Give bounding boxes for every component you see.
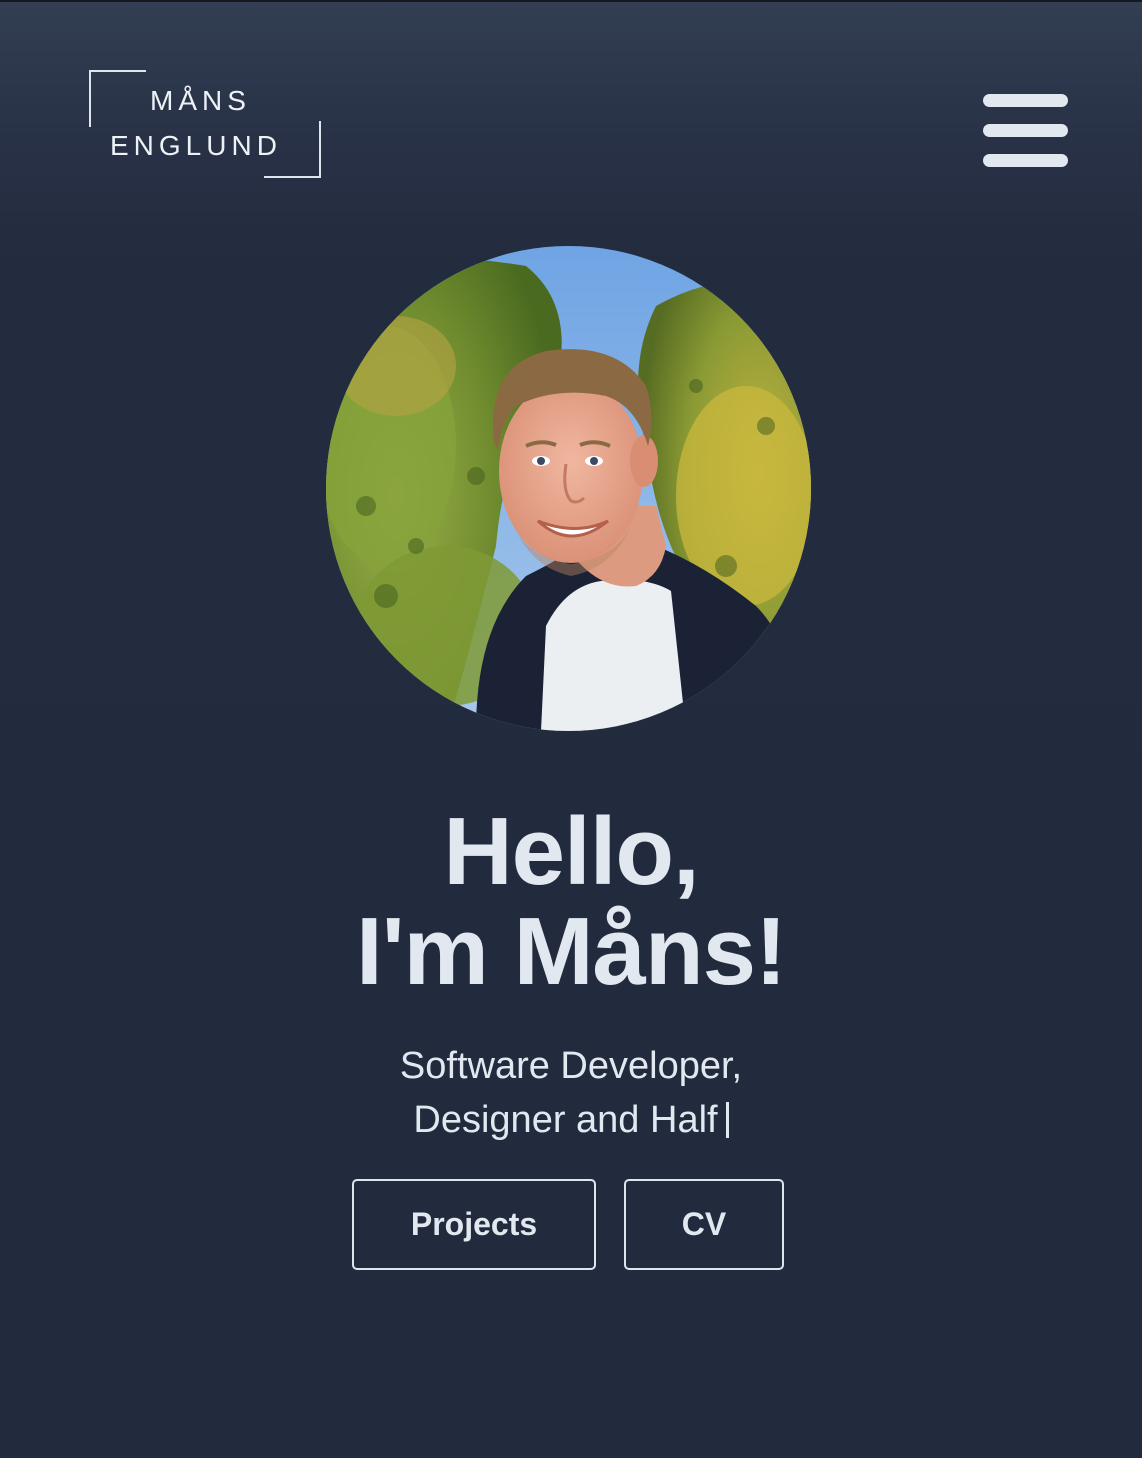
cv-button[interactable]: CV	[624, 1179, 784, 1270]
hamburger-menu-icon[interactable]	[983, 94, 1068, 167]
page: MÅNS ENGLUND Hello, I'm Måns! Software D…	[0, 0, 1142, 1458]
logo-first-name: MÅNS	[150, 85, 251, 116]
profile-photo	[326, 246, 811, 731]
logo-last-name: ENGLUND	[110, 130, 282, 161]
tagline-line-2: Designer and Half	[413, 1099, 718, 1141]
menu-bar	[983, 94, 1068, 107]
site-logo[interactable]: MÅNS ENGLUND	[89, 70, 321, 178]
hero-headline: Hello, I'm Måns!	[0, 802, 1142, 1002]
projects-button[interactable]: Projects	[352, 1179, 596, 1270]
hero-tagline: Software Developer, Designer and Half	[0, 1039, 1142, 1147]
typing-cursor	[725, 1102, 729, 1138]
greeting-line-1: Hello,	[443, 798, 699, 905]
tagline-line-1: Software Developer,	[399, 1045, 743, 1087]
profile-photo-illustration	[326, 246, 811, 731]
logo-corner-top-left	[89, 70, 146, 127]
menu-bar	[983, 154, 1068, 167]
tagline-line-2-wrapper: Designer and Half	[0, 1093, 1142, 1147]
greeting-line-2: I'm Måns!	[356, 898, 787, 1005]
menu-bar	[983, 124, 1068, 137]
